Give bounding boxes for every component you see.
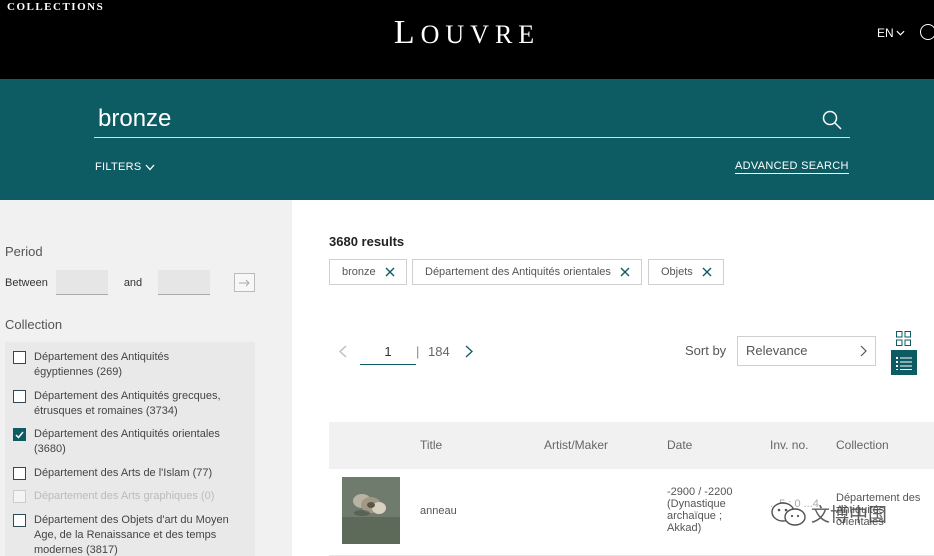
checkmark-icon — [15, 431, 24, 439]
logo-initial: L — [393, 14, 421, 51]
chevron-left-icon — [339, 345, 347, 358]
collection-item[interactable]: Département des Arts de l'Islam (77) — [13, 466, 230, 481]
period-apply-button[interactable] — [234, 273, 255, 292]
wechat-icon — [771, 501, 806, 526]
results-count: 3680 results — [329, 234, 405, 249]
collection-label: Département des Antiquités grecques, étr… — [34, 390, 221, 417]
chip-label: Département des Antiquités orientales — [425, 266, 611, 278]
top-bar: COLLECTIONS LOUVRE EN — [0, 0, 934, 79]
collection-label: Département des Antiquités orientales (3… — [34, 428, 220, 455]
watermark-text: 文博中国 — [811, 505, 888, 526]
collection-label: Département des Antiquités égyptiennes (… — [34, 351, 170, 378]
filters-label: FILTERS — [95, 161, 142, 173]
list-view-button[interactable] — [891, 350, 917, 375]
column-header-collection[interactable]: Collection — [836, 438, 889, 452]
search-input[interactable]: bronze — [98, 105, 171, 133]
language-selector[interactable]: EN — [877, 26, 905, 40]
louvre-logo[interactable]: LOUVRE — [0, 14, 934, 52]
ring-artifact-image — [342, 477, 400, 544]
chip-label: bronze — [342, 266, 376, 278]
total-pages: 184 — [428, 344, 450, 359]
column-header-artist[interactable]: Artist/Maker — [544, 438, 608, 452]
collection-label: Département des Arts de l'Islam (77) — [34, 467, 213, 479]
between-label: Between — [5, 276, 48, 289]
collection-item[interactable]: Département des Antiquités orientales (3… — [13, 427, 230, 457]
filter-chip[interactable]: Département des Antiquités orientales — [412, 259, 642, 285]
period-title: Period — [5, 244, 43, 259]
row-title[interactable]: anneau — [420, 505, 457, 517]
language-label: EN — [877, 26, 894, 40]
list-view-icon — [896, 356, 912, 370]
grid-view-icon[interactable] — [896, 331, 911, 346]
collection-label: Département des Arts graphiques (0) — [34, 490, 215, 502]
chevron-right-icon — [465, 345, 473, 358]
pager-separator: | — [416, 344, 420, 359]
checkbox[interactable] — [13, 514, 26, 527]
chip-label: Objets — [661, 266, 693, 278]
close-icon[interactable] — [385, 267, 395, 277]
filter-chip[interactable]: bronze — [329, 259, 407, 285]
collection-label: Département des Objets d'art du Moyen Ag… — [34, 514, 229, 556]
checkbox[interactable] — [13, 390, 26, 403]
period-from-input[interactable] — [55, 270, 108, 295]
checkbox-checked[interactable] — [13, 428, 26, 441]
filters-toggle[interactable]: FILTERS — [95, 161, 155, 173]
checkbox[interactable] — [13, 467, 26, 480]
watermark: 文博中国 — [770, 500, 887, 527]
checkbox[interactable] — [13, 351, 26, 364]
filter-sidebar: Period Between and Collection Départemen… — [0, 200, 292, 556]
column-header-date[interactable]: Date — [667, 438, 692, 452]
sort-label: Sort by — [685, 343, 727, 358]
artifact-thumbnail[interactable] — [342, 477, 400, 544]
search-underline — [94, 137, 850, 138]
collection-item[interactable]: Département des Antiquités grecques, étr… — [13, 389, 230, 419]
header-search-icon[interactable] — [920, 24, 934, 40]
collection-title: Collection — [5, 317, 63, 332]
sort-select[interactable]: Relevance — [737, 336, 876, 366]
close-icon[interactable] — [620, 267, 630, 277]
collection-item[interactable]: Département des Antiquités égyptiennes (… — [13, 350, 230, 380]
chevron-right-icon — [860, 345, 867, 357]
chevron-down-icon — [145, 164, 155, 170]
checkbox-disabled — [13, 490, 26, 503]
search-band: bronze FILTERS ADVANCED SEARCH — [0, 79, 934, 200]
close-icon[interactable] — [702, 267, 712, 277]
search-icon[interactable] — [822, 110, 842, 130]
sort-value: Relevance — [746, 343, 808, 358]
collections-link[interactable]: COLLECTIONS — [7, 1, 104, 13]
collection-item[interactable]: Département des Objets d'art du Moyen Ag… — [13, 513, 230, 556]
period-to-input[interactable] — [158, 270, 211, 295]
column-header-inv[interactable]: Inv. no. — [770, 438, 808, 452]
prev-page-button[interactable] — [339, 345, 347, 358]
column-header-title[interactable]: Title — [420, 438, 442, 452]
arrow-right-icon — [239, 279, 250, 286]
results-table-header: Title Artist/Maker Date Inv. no. Collect… — [329, 422, 934, 469]
period-row: Between and — [5, 270, 211, 295]
advanced-search-link[interactable]: ADVANCED SEARCH — [735, 160, 849, 174]
collection-list: Département des Antiquités égyptiennes (… — [5, 342, 255, 556]
chevron-down-icon — [896, 30, 905, 36]
row-date: -2900 / -2200 (Dynastique archaïque ; Ak… — [667, 486, 733, 534]
next-page-button[interactable] — [465, 345, 473, 358]
page-number-input[interactable]: 1 — [360, 338, 416, 365]
logo-rest: OUVRE — [420, 20, 541, 49]
collection-item-disabled: Département des Arts graphiques (0) — [13, 489, 230, 504]
and-label: and — [123, 276, 143, 289]
filter-chip[interactable]: Objets — [648, 259, 724, 285]
